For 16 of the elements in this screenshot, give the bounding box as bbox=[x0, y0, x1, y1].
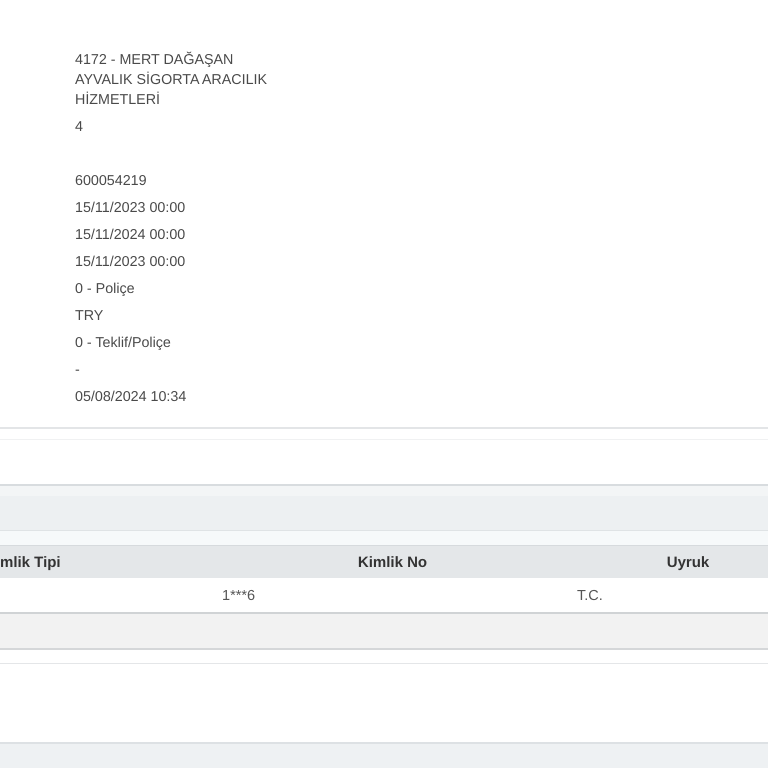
field-value: 4172 - MERT DAĞAŞAN AYVALIK SİGORTA ARACILIK HİZMETLERİ bbox=[75, 50, 268, 110]
field-value: 600054219 bbox=[75, 172, 147, 190]
field-value: 05/08/2024 10:34 bbox=[75, 388, 186, 406]
field-value: 0 - Teklif/Poliçe bbox=[75, 334, 171, 352]
field-value: 15/11/2023 00:00 bbox=[75, 252, 186, 272]
field-value: 4 bbox=[75, 118, 83, 136]
field-value: TRY bbox=[75, 306, 104, 326]
field-value: 15/11/2024 00:00 bbox=[75, 226, 186, 244]
field-value: 15/11/2023 00:00 bbox=[75, 198, 186, 218]
field-value: 0 - Poliçe bbox=[75, 280, 135, 298]
table-cell: 1***6 bbox=[222, 588, 256, 604]
column-header[interactable]: Kimlik No bbox=[215, 545, 570, 578]
column-header[interactable]: mlik Tipi bbox=[0, 545, 215, 578]
field-value: - bbox=[75, 360, 80, 380]
column-header[interactable]: Uyruk bbox=[570, 545, 768, 578]
table-cell: T.C. bbox=[577, 588, 603, 604]
